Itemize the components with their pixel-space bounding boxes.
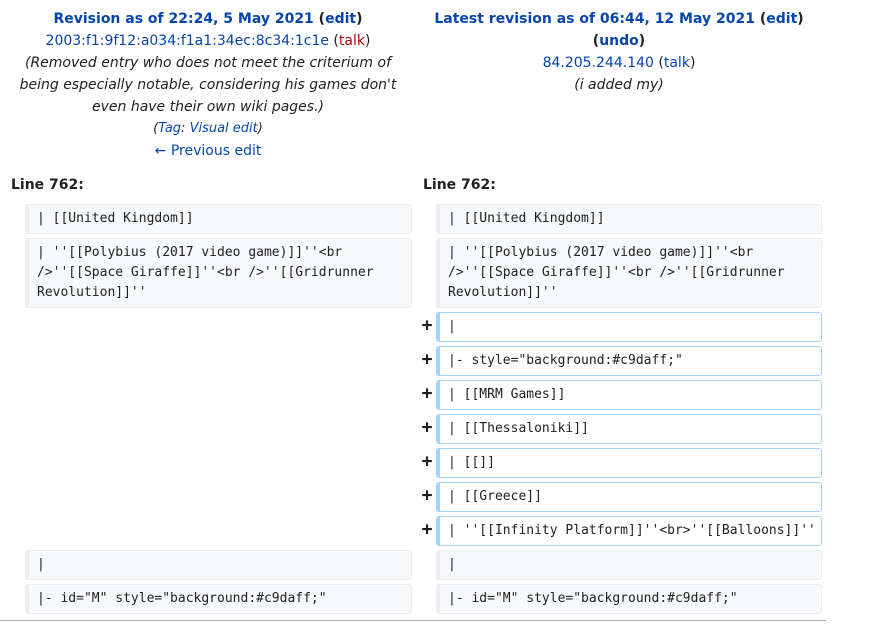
diff-added-line: | [[Thessaloniki]] xyxy=(436,414,822,444)
old-revision-talk-link[interactable]: talk xyxy=(339,33,365,49)
new-revision-title: Latest revision as of 06:44, 12 May 2021… xyxy=(434,11,804,27)
diff-add-marker: + xyxy=(421,417,433,438)
diff-context-new: | ''[[Polybius (2017 video game)]]''<br … xyxy=(436,238,822,308)
old-revision-user-link[interactable]: 2003:f1:9f12:a034:f1a1:34ec:8c34:1c1e xyxy=(46,33,329,49)
diff-context-old: | ''[[Polybius (2017 video game)]]''<br … xyxy=(25,238,412,308)
diff-context-old: |- id="M" style="background:#c9daff;" xyxy=(25,584,412,614)
diff-add-marker: + xyxy=(421,349,433,370)
diff-context-new: | xyxy=(436,550,822,580)
diff-added-line: | [[Greece]] xyxy=(436,482,822,512)
diff-context-new: | [[United Kingdom]] xyxy=(436,204,822,234)
old-revision-edit-link[interactable]: edit xyxy=(325,11,356,27)
old-revision-tags: (Tag: Visual edit) xyxy=(153,121,263,136)
new-revision-talk-link[interactable]: talk xyxy=(664,55,690,71)
undo-row: (undo) xyxy=(592,33,646,49)
tag-link[interactable]: Tag xyxy=(158,121,181,136)
diff-added-line: | [[MRM Games]] xyxy=(436,380,822,410)
diff-context-old: | xyxy=(25,550,412,580)
old-revision-link[interactable]: Revision as of 22:24, 5 May 2021 xyxy=(53,11,313,27)
diff-added-line: |- style="background:#c9daff;" xyxy=(436,346,822,376)
new-revision-link[interactable]: Latest revision as of 06:44, 12 May 2021 xyxy=(434,11,755,27)
diff-add-marker: + xyxy=(421,383,433,404)
old-line-number: Line 762: xyxy=(11,177,84,193)
undo-link[interactable]: undo xyxy=(599,33,639,49)
diff-added-line: | xyxy=(436,312,822,342)
new-line-number: Line 762: xyxy=(423,177,496,193)
old-revision-user: 2003:f1:9f12:a034:f1a1:34ec:8c34:1c1e (t… xyxy=(45,33,371,49)
diff-add-marker: + xyxy=(421,485,433,506)
tag-visual-edit-link[interactable]: Visual edit xyxy=(190,121,258,136)
old-revision-header: Revision as of 22:24, 5 May 2021 (edit) … xyxy=(11,8,405,162)
section-divider xyxy=(0,620,826,621)
diff-add-marker: + xyxy=(421,451,433,472)
new-revision-user-link[interactable]: 84.205.244.140 xyxy=(543,55,654,71)
old-revision-summary: (Removed entry who does not meet the cri… xyxy=(11,52,405,118)
summary-line: being especially notable, considering hi… xyxy=(19,77,397,93)
new-revision-header: Latest revision as of 06:44, 12 May 2021… xyxy=(423,8,815,96)
previous-edit-row: ← Previous edit xyxy=(11,140,405,162)
new-revision-edit-link[interactable]: edit xyxy=(766,11,797,27)
diff-added-line: | [[]] xyxy=(436,448,822,478)
previous-edit-link[interactable]: ← Previous edit xyxy=(155,143,262,159)
summary-line: (Removed entry who does not meet the cri… xyxy=(24,55,391,71)
diff-context-old: | [[United Kingdom]] xyxy=(25,204,412,234)
diff-added-line: | ''[[Infinity Platform]]''<br>''[[Ballo… xyxy=(436,516,822,546)
new-revision-summary: (i added my) xyxy=(574,77,664,93)
diff-context-new: |- id="M" style="background:#c9daff;" xyxy=(436,584,822,614)
diff-add-marker: + xyxy=(421,315,433,336)
old-revision-title: Revision as of 22:24, 5 May 2021 (edit) xyxy=(53,11,363,27)
new-revision-user: 84.205.244.140 (talk) xyxy=(542,55,696,71)
diff-add-marker: + xyxy=(421,519,433,540)
summary-line: even have their own wiki pages.) xyxy=(91,99,324,115)
